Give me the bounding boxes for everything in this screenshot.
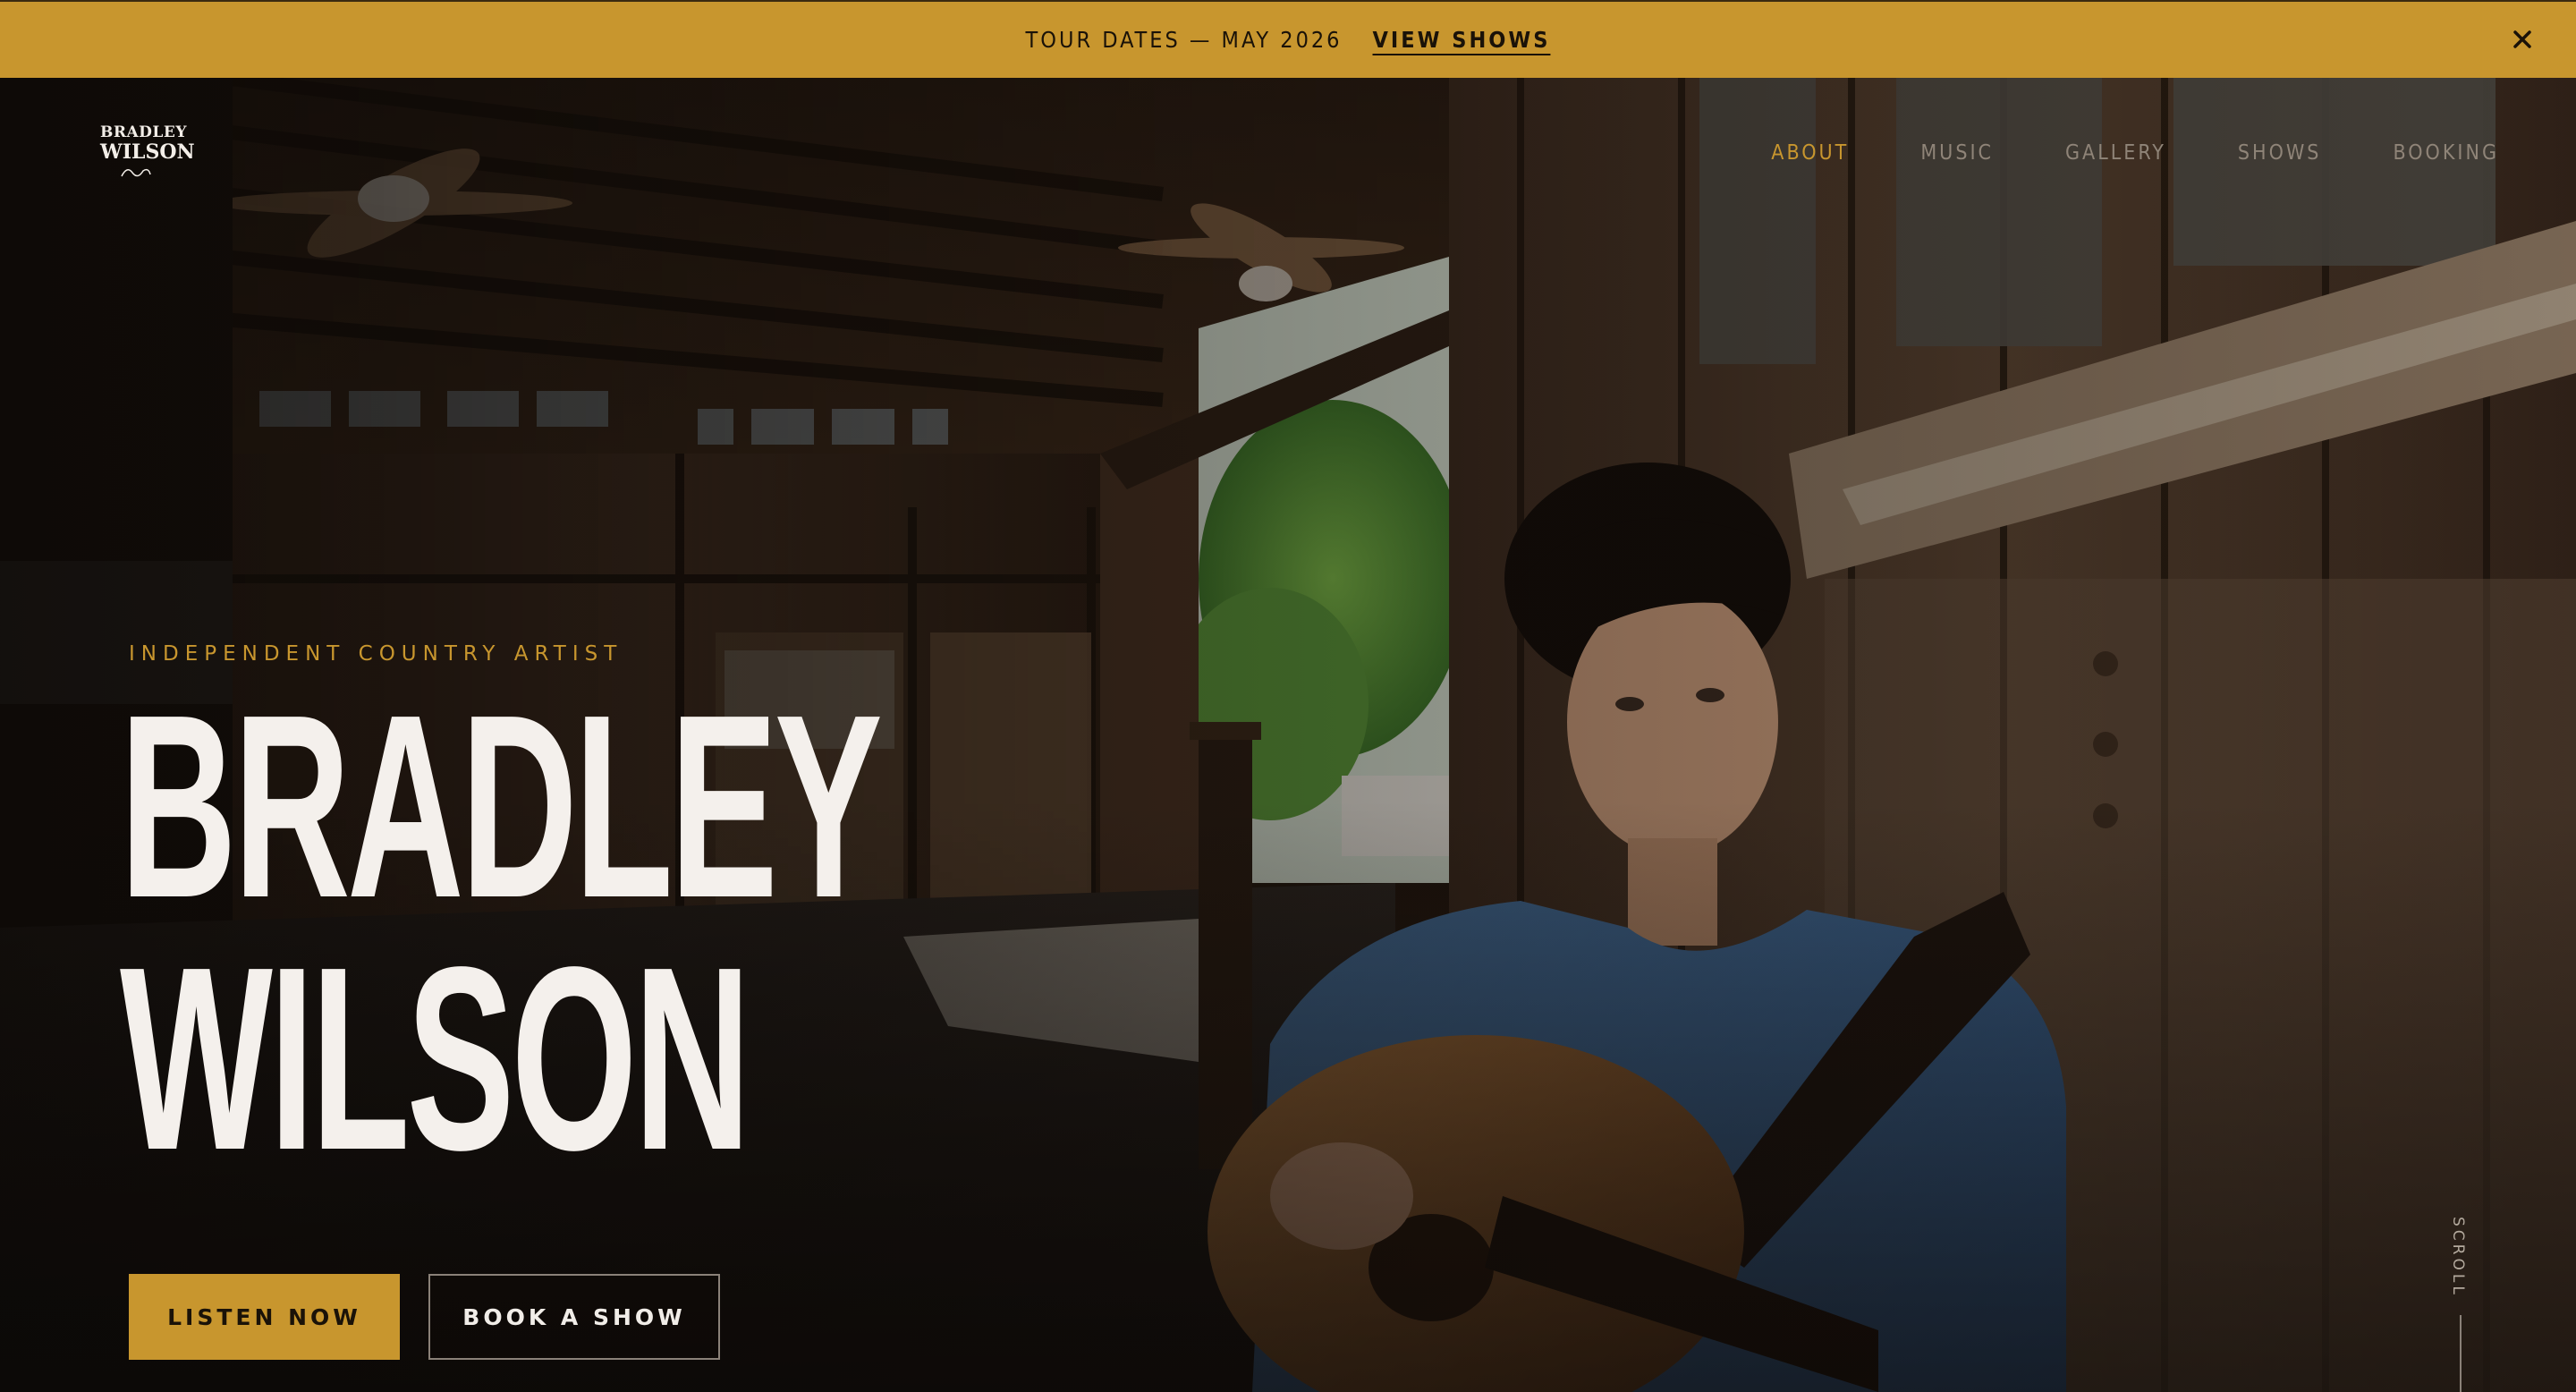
main-nav: ABOUT MUSIC GALLERY SHOWS BOOKING: [1771, 141, 2499, 165]
close-announcement-button[interactable]: [2504, 21, 2540, 57]
announcement-bar: TOUR DATES — MAY 2026 VIEW SHOWS: [0, 0, 2576, 78]
book-a-show-button[interactable]: BOOK A SHOW: [428, 1274, 720, 1360]
scroll-line: [2460, 1315, 2462, 1392]
nav-about[interactable]: ABOUT: [1771, 141, 1849, 165]
logo-line-1: BRADLEY: [100, 123, 187, 141]
scroll-indicator[interactable]: SCROLL: [2449, 1217, 2467, 1298]
nav-booking[interactable]: BOOKING: [2393, 141, 2499, 165]
headline-line-1: BRADLEY: [120, 660, 883, 952]
logo-line-2: WILSON: [100, 140, 195, 164]
close-icon: [2513, 30, 2531, 48]
nav-gallery[interactable]: GALLERY: [2065, 141, 2166, 165]
nav-music[interactable]: MUSIC: [1920, 141, 1994, 165]
listen-now-button[interactable]: LISTEN NOW: [129, 1274, 400, 1360]
view-shows-link[interactable]: VIEW SHOWS: [1373, 27, 1551, 53]
site-logo[interactable]: BRADLEY WILSON: [100, 123, 195, 188]
headline-line-2: WILSON: [120, 912, 750, 1204]
announcement-text: TOUR DATES — MAY 2026: [1025, 27, 1343, 53]
hero-headline: BRADLEY WILSON: [120, 660, 883, 1204]
nav-shows[interactable]: SHOWS: [2238, 141, 2322, 165]
logo-signature: [121, 168, 151, 177]
